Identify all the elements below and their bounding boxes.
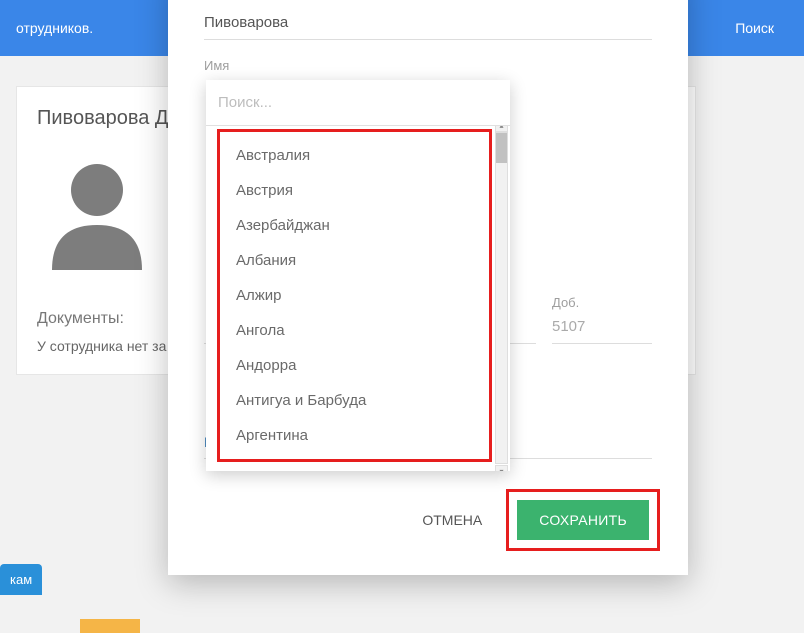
avatar-icon bbox=[42, 150, 152, 270]
dropdown-item[interactable]: Австралия bbox=[220, 138, 489, 173]
scrollbar-track[interactable] bbox=[495, 132, 508, 464]
dropdown-item[interactable]: Азербайджан bbox=[220, 208, 489, 243]
surname-value[interactable]: Пивоварова bbox=[204, 10, 652, 40]
orange-indicator bbox=[80, 619, 140, 633]
topbar-text: отрудников. bbox=[16, 20, 93, 36]
dropdown-list-highlight: Австралия Австрия Азербайджан Албания Ал… bbox=[217, 129, 492, 462]
dropdown-item[interactable]: Ангола bbox=[220, 313, 489, 348]
dropdown-item[interactable]: Антигуа и Барбуда bbox=[220, 383, 489, 418]
dropdown-item[interactable]: Андорра bbox=[220, 348, 489, 383]
save-highlight: СОХРАНИТЬ bbox=[506, 489, 660, 551]
bottom-tab[interactable]: кам bbox=[0, 564, 42, 595]
dropdown-item[interactable]: Алжир bbox=[220, 278, 489, 313]
dropdown-item[interactable]: Аргентина bbox=[220, 418, 489, 453]
scroll-up-icon[interactable]: ▴ bbox=[495, 126, 508, 132]
search-button[interactable]: Поиск bbox=[721, 12, 788, 44]
dropdown-item[interactable]: Армения bbox=[220, 453, 489, 462]
dropdown-item[interactable]: Австрия bbox=[220, 173, 489, 208]
name-label: Имя bbox=[204, 58, 652, 73]
ext-value[interactable]: 5107 bbox=[552, 314, 652, 344]
dropdown-scroll: Австралия Австрия Азербайджан Албания Ал… bbox=[206, 126, 510, 471]
scrollbar-thumb[interactable] bbox=[496, 133, 507, 163]
country-dropdown: Австралия Австрия Азербайджан Албания Ал… bbox=[206, 80, 510, 471]
modal-footer: ОТМЕНА СОХРАНИТЬ bbox=[168, 471, 688, 575]
dropdown-item[interactable]: Албания bbox=[220, 243, 489, 278]
dropdown-search-input[interactable] bbox=[206, 80, 510, 126]
cancel-button[interactable]: ОТМЕНА bbox=[406, 502, 498, 538]
scroll-down-icon[interactable]: ▾ bbox=[495, 465, 508, 471]
ext-label: Доб. bbox=[552, 295, 652, 310]
save-button[interactable]: СОХРАНИТЬ bbox=[517, 500, 649, 540]
